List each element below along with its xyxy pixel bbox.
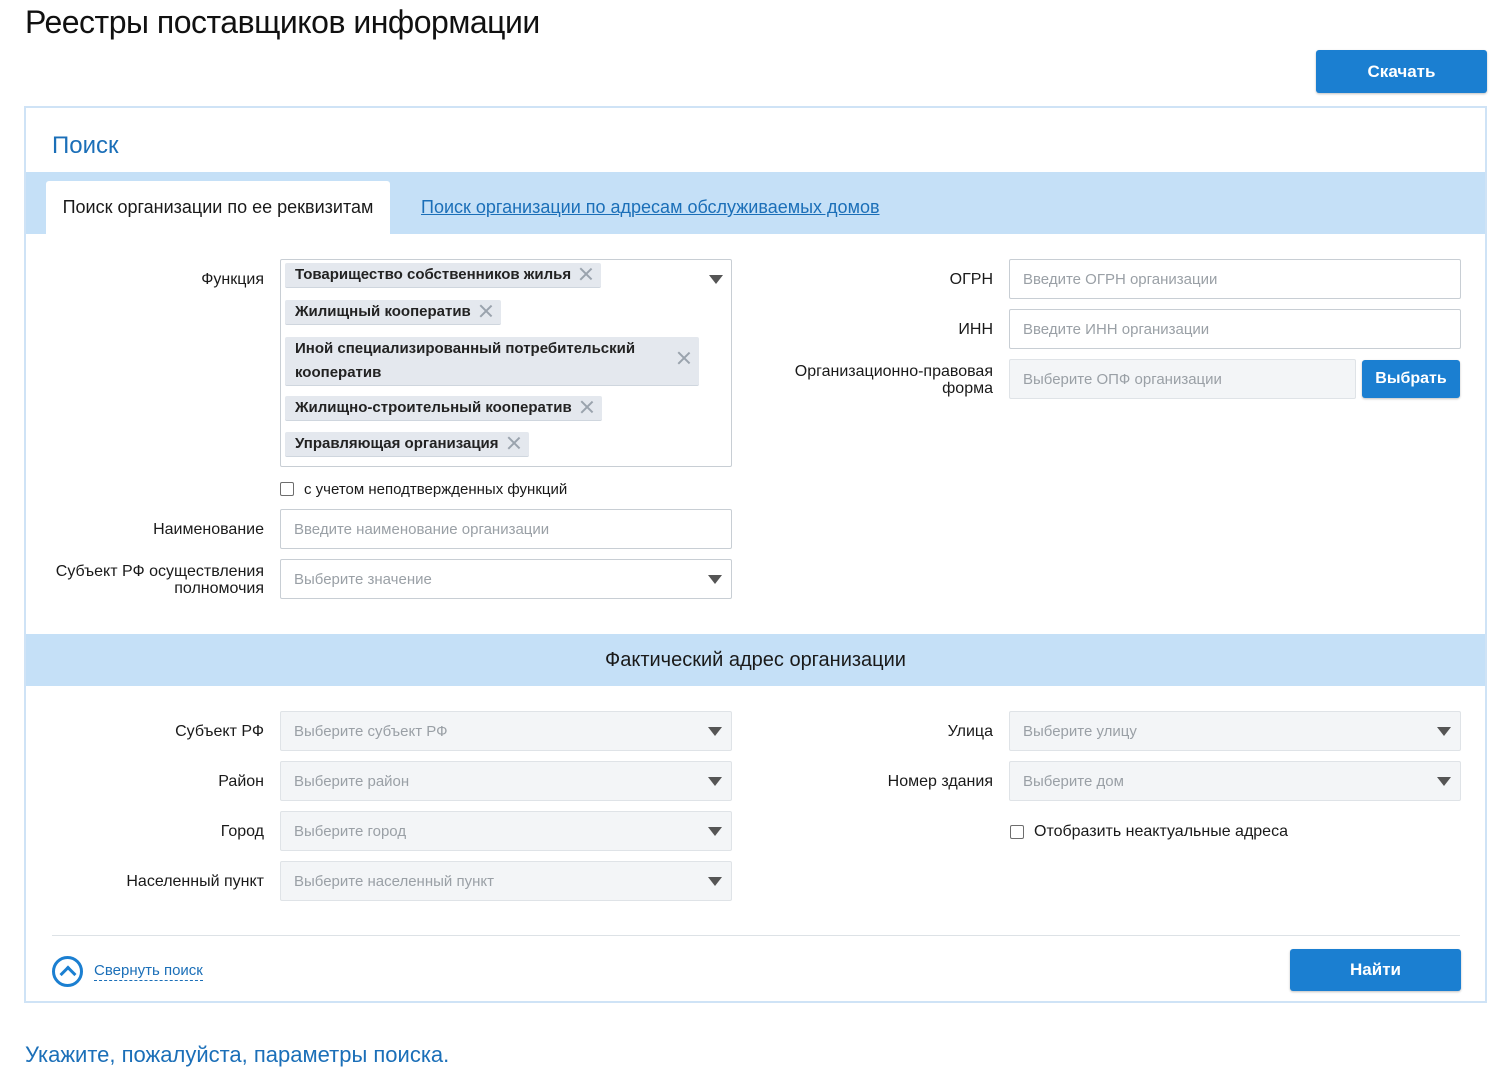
settlement-label: Населенный пункт [126,873,264,890]
opf-label: Организационно-правовая форма [794,363,993,397]
city-select[interactable]: Выберите город [280,811,732,851]
unconfirmed-functions-checkbox[interactable] [280,482,294,496]
search-panel: Поиск Поиск организации по ее реквизитам… [24,106,1487,1003]
page-title: Реестры поставщиков информации [25,4,540,40]
download-button[interactable]: Скачать [1316,50,1487,93]
address-section-title: Фактический адрес организации [26,634,1485,686]
unconfirmed-functions-label: с учетом неподтвержденных функций [304,481,568,498]
chevron-down-icon [708,575,722,584]
region-select[interactable]: Выберите субъект РФ [280,711,732,751]
chevron-down-icon [708,877,722,886]
name-label: Наименование [153,521,264,538]
district-label: Район [218,773,264,790]
inn-input[interactable]: Введите ИНН организации [1009,309,1461,349]
search-tabs: Поиск организации по ее реквизитам Поиск… [26,172,1485,234]
tab-addresses[interactable]: Поиск организации по адресам обслуживаем… [421,197,880,218]
find-button[interactable]: Найти [1290,949,1461,991]
chevron-down-icon[interactable] [709,275,723,284]
remove-chip-icon[interactable] [580,400,594,414]
search-hint: Укажите, пожалуйста, параметры поиска. [25,1042,450,1067]
choose-opf-button[interactable]: Выбрать [1362,360,1460,398]
district-select[interactable]: Выберите район [280,761,732,801]
ogrn-input[interactable]: Введите ОГРН организации [1009,259,1461,299]
chevron-down-icon [708,777,722,786]
street-select[interactable]: Выберите улицу [1009,711,1461,751]
chevron-down-icon [708,727,722,736]
building-label: Номер здания [887,773,993,790]
function-chip: Жилищный кооператив [285,300,501,325]
subject-select[interactable]: Выберите значение [280,559,732,599]
subject-label: Субъект РФ осуществления полномочия [55,563,264,597]
building-select[interactable]: Выберите дом [1009,761,1461,801]
remove-chip-icon[interactable] [479,304,493,318]
function-chip: Жилищно-строительный кооператив [285,396,602,421]
function-chip: Управляющая организация [285,432,529,457]
chevron-down-icon [708,827,722,836]
chevron-down-icon [1437,727,1451,736]
function-label: Функция [201,271,264,288]
chevron-down-icon [1437,777,1451,786]
collapse-search-link[interactable]: Свернуть поиск [94,962,203,981]
settlement-select[interactable]: Выберите населенный пункт [280,861,732,901]
name-input[interactable]: Введите наименование организации [280,509,732,549]
chevron-up-icon[interactable] [52,956,83,987]
search-panel-title: Поиск [52,132,119,159]
inn-label: ИНН [958,321,993,338]
function-chip: Иной специализированный потребительский … [285,337,699,386]
remove-chip-icon[interactable] [677,351,691,365]
street-label: Улица [947,723,993,740]
region-label: Субъект РФ [175,723,264,740]
remove-chip-icon[interactable] [507,436,521,450]
function-chip: Товарищество собственников жилья [285,263,602,288]
opf-input[interactable]: Выберите ОПФ организации [1009,359,1356,399]
remove-chip-icon[interactable] [579,267,593,281]
function-multiselect[interactable]: Товарищество собственников жилья Жилищны… [280,259,732,467]
outdated-addresses-label: Отобразить неактуальные адреса [1034,823,1288,840]
footer-divider [52,935,1460,936]
outdated-addresses-checkbox[interactable] [1010,825,1024,839]
tab-requisites[interactable]: Поиск организации по ее реквизитам [46,181,390,234]
ogrn-label: ОГРН [949,271,993,288]
city-label: Город [220,823,264,840]
